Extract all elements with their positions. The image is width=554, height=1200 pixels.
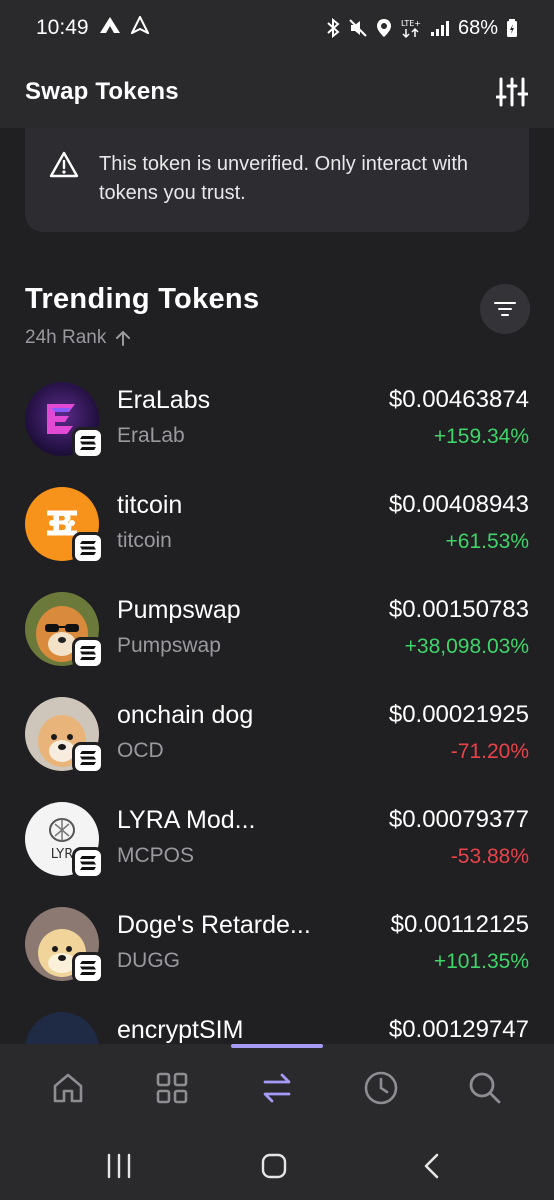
notification-icon-2 — [129, 14, 150, 40]
arrow-up-icon — [116, 331, 131, 346]
recent-apps-icon — [107, 1153, 131, 1179]
status-time: 10:49 — [36, 16, 89, 39]
back-chevron-icon — [424, 1153, 439, 1179]
token-symbol: DUGG — [117, 949, 180, 972]
token-row-onchain-dog[interactable]: onchain dog OCD $0.00021925 -71.20% — [0, 679, 554, 784]
warning-icon — [49, 151, 79, 178]
token-name: Pumpswap — [117, 596, 241, 624]
nav-history[interactable] — [359, 1066, 403, 1110]
token-price: $0.00408943 — [388, 491, 529, 518]
back-button[interactable] — [409, 1146, 453, 1186]
token-price: $0.00021925 — [388, 701, 529, 728]
mute-icon — [348, 18, 368, 38]
nav-grid[interactable] — [150, 1066, 194, 1110]
token-name: onchain dog — [117, 701, 254, 729]
swap-icon — [263, 1073, 291, 1103]
sort-rank-toggle[interactable]: 24h Rank — [25, 327, 132, 349]
svg-text:LTE+: LTE+ — [401, 19, 421, 28]
token-row-pumpswap[interactable]: Pumpswap Pumpswap $0.00150783 +38,098.03… — [0, 574, 554, 679]
token-change: +101.35% — [433, 950, 529, 973]
trending-tokens-heading: Trending Tokens — [25, 283, 260, 315]
notification-icon-1 — [99, 16, 121, 40]
token-price: $0.00463874 — [388, 386, 529, 413]
settings-button[interactable] — [494, 74, 530, 110]
token-list: EraLabs EraLab $0.00463874 +159.34% B ti… — [0, 364, 554, 1099]
search-icon — [469, 1072, 501, 1104]
home-button[interactable] — [252, 1146, 296, 1186]
filter-button[interactable] — [480, 284, 530, 334]
token-price: $0.00129747 — [388, 1016, 529, 1043]
signal-icon — [430, 19, 450, 37]
token-row-titcoin[interactable]: B titcoin titcoin $0.00408943 +61.53% — [0, 469, 554, 574]
nav-search[interactable] — [463, 1066, 507, 1110]
token-name: encryptSIM — [117, 1016, 244, 1044]
location-icon — [376, 18, 392, 38]
unverified-warning-banner: This token is unverified. Only interact … — [25, 128, 529, 232]
token-name: titcoin — [117, 491, 183, 519]
token-name: Doge's Retarde... — [117, 911, 311, 939]
token-name: EraLabs — [117, 386, 211, 414]
recent-apps-button[interactable] — [97, 1146, 141, 1186]
token-row-dugg[interactable]: Doge's Retarde... DUGG $0.00112125 +101.… — [0, 889, 554, 994]
token-row-lyra[interactable]: LYR LYRA Mod... MCPOS $0.00079377 -53.88… — [0, 784, 554, 889]
grid-icon — [156, 1072, 188, 1104]
filter-icon — [494, 302, 516, 316]
token-symbol: MCPOS — [117, 844, 195, 867]
solana-badge-icon — [72, 532, 104, 564]
token-row-eralabs[interactable]: EraLabs EraLab $0.00463874 +159.34% — [0, 364, 554, 469]
home-square-icon — [261, 1153, 287, 1179]
battery-icon — [506, 18, 518, 38]
rank-label: 24h Rank — [25, 327, 107, 348]
warning-text: This token is unverified. Only interact … — [99, 153, 469, 204]
token-symbol: Pumpswap — [117, 634, 221, 657]
battery-percent: 68% — [457, 16, 498, 39]
app-header: Swap Tokens — [0, 56, 554, 128]
solana-badge-icon — [72, 427, 104, 459]
token-price: $0.00112125 — [390, 911, 529, 938]
token-change: -71.20% — [450, 740, 529, 763]
status-bar: 10:49 LTE+ 68% — [0, 0, 554, 56]
solana-badge-icon — [72, 847, 104, 879]
page-title: Swap Tokens — [25, 78, 179, 105]
solana-badge-icon — [72, 637, 104, 669]
nav-swap[interactable] — [255, 1066, 299, 1110]
solana-badge-icon — [72, 952, 104, 984]
bluetooth-icon — [326, 18, 340, 38]
token-change: +38,098.03% — [404, 635, 529, 658]
token-symbol: EraLab — [117, 424, 185, 447]
lte-icon: LTE+ — [400, 18, 422, 38]
token-price: $0.00150783 — [388, 596, 529, 623]
token-change: +159.34% — [433, 425, 529, 448]
home-icon — [53, 1073, 83, 1103]
token-price: $0.00079377 — [388, 806, 529, 833]
token-symbol: titcoin — [117, 529, 172, 552]
svg-text:LYR: LYR — [51, 847, 74, 862]
sliders-icon — [496, 77, 528, 107]
token-name: LYRA Mod... — [117, 806, 256, 834]
solana-badge-icon — [72, 742, 104, 774]
token-change: -53.88% — [450, 845, 529, 868]
token-change: +61.53% — [445, 530, 530, 553]
token-symbol: OCD — [117, 739, 164, 762]
active-tab-indicator — [231, 1044, 323, 1048]
nav-home[interactable] — [46, 1066, 90, 1110]
history-icon — [364, 1071, 398, 1105]
